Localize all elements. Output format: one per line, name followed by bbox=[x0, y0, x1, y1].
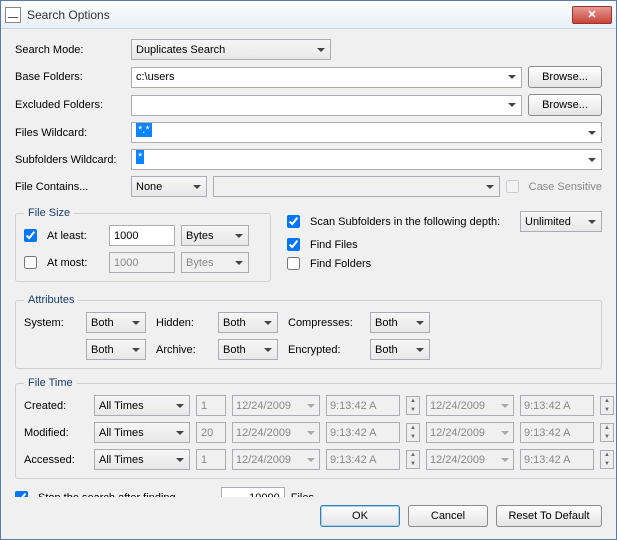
at-most-label: At most: bbox=[47, 257, 103, 269]
file-contains-label: File Contains... bbox=[15, 181, 125, 193]
files-wildcard-input[interactable]: *.* bbox=[131, 122, 602, 143]
spinner-icon: ▲▼ bbox=[406, 396, 420, 415]
find-folders-checkbox[interactable] bbox=[287, 257, 300, 270]
reset-button[interactable]: Reset To Default bbox=[496, 505, 602, 527]
browse-excluded-button[interactable]: Browse... bbox=[528, 94, 602, 116]
search-mode-label: Search Mode: bbox=[15, 44, 125, 56]
file-contains-input bbox=[213, 176, 500, 197]
scan-subfolders-checkbox[interactable] bbox=[287, 215, 300, 228]
files-wildcard-label: Files Wildcard: bbox=[15, 127, 125, 139]
encrypted-select[interactable] bbox=[370, 339, 430, 360]
attributes-group: Attributes System: Hidden: Compresses: A… bbox=[15, 294, 602, 369]
accessed-date-from: 12/24/2009 bbox=[232, 449, 320, 470]
at-most-checkbox[interactable] bbox=[24, 256, 37, 269]
modified-label: Modified: bbox=[24, 427, 88, 439]
created-n bbox=[196, 395, 226, 416]
accessed-label: Accessed: bbox=[24, 454, 88, 466]
created-date-from: 12/24/2009 bbox=[232, 395, 320, 416]
accessed-time-from: 9:13:42 A bbox=[326, 449, 400, 470]
depth-select[interactable] bbox=[520, 211, 602, 232]
file-contains-select[interactable] bbox=[131, 176, 207, 197]
accessed-time-to: 9:13:42 A bbox=[520, 449, 594, 470]
window-title: Search Options bbox=[27, 8, 572, 22]
file-time-legend: File Time bbox=[24, 377, 77, 389]
base-folders-label: Base Folders: bbox=[15, 71, 125, 83]
created-time-from: 9:13:42 A bbox=[326, 395, 400, 416]
file-size-legend: File Size bbox=[24, 207, 74, 219]
scan-subfolders-label: Scan Subfolders in the following depth: bbox=[310, 216, 514, 228]
attributes-legend: Attributes bbox=[24, 294, 78, 306]
file-time-group: File Time Created: 12/24/2009 9:13:42 A … bbox=[15, 377, 616, 479]
close-button[interactable]: ✕ bbox=[572, 6, 612, 24]
search-options-dialog: Search Options ✕ Search Mode: Base Folde… bbox=[0, 0, 617, 540]
spinner-icon: ▲▼ bbox=[600, 396, 614, 415]
at-least-value[interactable] bbox=[109, 225, 175, 246]
hidden-select[interactable] bbox=[218, 312, 278, 333]
spinner-icon: ▲▼ bbox=[600, 423, 614, 442]
cancel-button[interactable]: Cancel bbox=[408, 505, 488, 527]
modified-n bbox=[196, 422, 226, 443]
browse-base-button[interactable]: Browse... bbox=[528, 66, 602, 88]
hidden-label: Hidden: bbox=[156, 317, 208, 329]
archive-select[interactable] bbox=[218, 339, 278, 360]
app-icon bbox=[5, 7, 21, 23]
accessed-n bbox=[196, 449, 226, 470]
find-files-label: Find Files bbox=[310, 239, 358, 251]
at-most-value bbox=[109, 252, 175, 273]
modified-date-to: 12/24/2009 bbox=[426, 422, 514, 443]
excluded-folders-input[interactable] bbox=[131, 95, 522, 116]
spinner-icon: ▲▼ bbox=[406, 450, 420, 469]
find-folders-label: Find Folders bbox=[310, 258, 371, 270]
case-sensitive-label: Case Sensitive bbox=[529, 181, 602, 193]
created-label: Created: bbox=[24, 400, 88, 412]
base-folders-input[interactable] bbox=[131, 67, 522, 88]
accessed-mode[interactable] bbox=[94, 449, 190, 470]
file-size-group: File Size At least: At most: bbox=[15, 207, 271, 282]
modified-time-to: 9:13:42 A bbox=[520, 422, 594, 443]
encrypted-label: Encrypted: bbox=[288, 344, 360, 356]
subfolders-wildcard-label: Subfolders Wildcard: bbox=[15, 154, 125, 166]
at-most-unit bbox=[181, 252, 249, 273]
find-files-checkbox[interactable] bbox=[287, 238, 300, 251]
spinner-icon: ▲▼ bbox=[600, 450, 614, 469]
at-least-unit[interactable] bbox=[181, 225, 249, 246]
system-label: System: bbox=[24, 317, 76, 329]
extra-attr-select[interactable] bbox=[86, 339, 146, 360]
modified-time-from: 9:13:42 A bbox=[326, 422, 400, 443]
ok-button[interactable]: OK bbox=[320, 505, 400, 527]
created-mode[interactable] bbox=[94, 395, 190, 416]
case-sensitive-checkbox[interactable] bbox=[506, 180, 519, 193]
created-date-to: 12/24/2009 bbox=[426, 395, 514, 416]
at-least-checkbox[interactable] bbox=[24, 229, 37, 242]
spinner-icon: ▲▼ bbox=[406, 423, 420, 442]
compresses-label: Compresses: bbox=[288, 317, 360, 329]
subfolders-wildcard-input[interactable]: * bbox=[131, 149, 602, 170]
modified-mode[interactable] bbox=[94, 422, 190, 443]
stop-count-input[interactable] bbox=[221, 487, 285, 497]
system-select[interactable] bbox=[86, 312, 146, 333]
archive-label: Archive: bbox=[156, 344, 208, 356]
search-mode-select[interactable] bbox=[131, 39, 331, 60]
accessed-date-to: 12/24/2009 bbox=[426, 449, 514, 470]
titlebar: Search Options ✕ bbox=[1, 1, 616, 29]
at-least-label: At least: bbox=[47, 230, 103, 242]
compresses-select[interactable] bbox=[370, 312, 430, 333]
created-time-to: 9:13:42 A bbox=[520, 395, 594, 416]
modified-date-from: 12/24/2009 bbox=[232, 422, 320, 443]
excluded-folders-label: Excluded Folders: bbox=[15, 99, 125, 111]
